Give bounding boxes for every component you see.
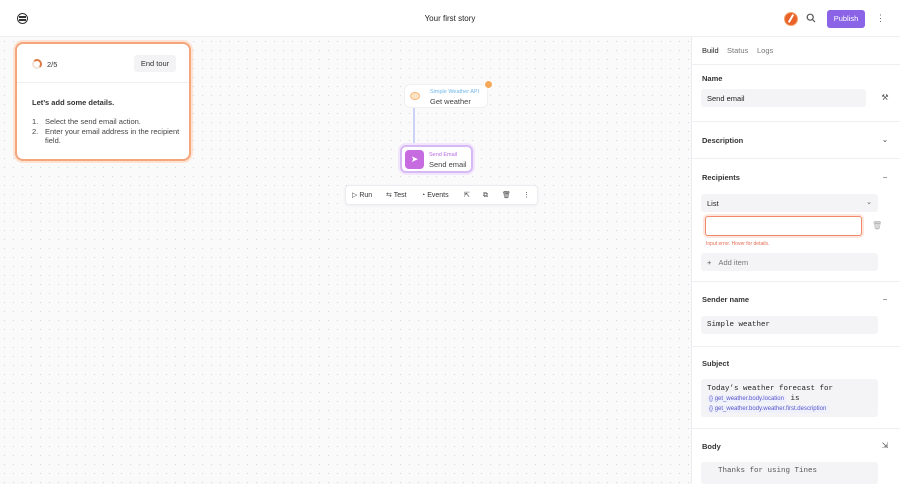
input-error-text: Input error. Hover for details.	[706, 241, 770, 247]
expand-icon[interactable]: ⇲	[880, 441, 890, 450]
action-settings-panel: Build Status Logs Name Send email ⚒ Desc…	[691, 37, 900, 484]
run-button[interactable]: ▷ Run	[352, 191, 372, 201]
magic-wand-icon[interactable]: ⚒	[880, 93, 890, 102]
more-options-icon[interactable]: ⋮	[876, 13, 885, 25]
user-avatar[interactable]	[784, 12, 798, 26]
node-subtitle: Send Email	[429, 152, 458, 158]
story-title: Your first story	[424, 14, 476, 23]
collapse-icon[interactable]: −	[880, 173, 890, 182]
sender-name-label: Sender name	[702, 295, 750, 304]
node-title: Get weather	[430, 97, 471, 106]
tab-build[interactable]: Build	[702, 46, 719, 55]
divider	[692, 428, 900, 429]
body-field[interactable]: Thanks for using Tines	[701, 462, 878, 484]
events-button[interactable]: ◔ Events	[421, 191, 449, 201]
tour-progress-icon	[32, 59, 42, 69]
name-label: Name	[702, 74, 723, 83]
events-icon: ◔	[421, 192, 426, 199]
more-icon[interactable]: ⋮	[523, 191, 530, 201]
duplicate-icon[interactable]: ⧉	[483, 191, 488, 201]
divider	[692, 158, 900, 159]
top-bar: Your first story Publish ⋮	[0, 0, 900, 37]
divider	[692, 346, 900, 347]
description-label: Description	[702, 136, 744, 145]
divider	[692, 281, 900, 282]
chevron-down-icon[interactable]: ⌄	[880, 135, 890, 144]
variable-token: {} get_weather.body.weather.first.descri…	[707, 405, 829, 413]
recipients-mode-select[interactable]: List ⌄	[701, 194, 878, 212]
play-icon: ▷	[352, 192, 358, 199]
divider	[17, 82, 189, 83]
subject-label: Subject	[702, 359, 730, 368]
search-icon[interactable]	[806, 13, 816, 23]
recipients-label: Recipients	[702, 173, 740, 182]
logo-icon[interactable]	[17, 13, 28, 24]
remove-item-icon[interactable]: 🗑	[872, 221, 882, 230]
test-button[interactable]: ⇆ Test	[386, 191, 407, 201]
subject-field[interactable]: Today’s weather forecast for {} get_weat…	[701, 379, 878, 417]
action-toolbar: ▷ Run ⇆ Test ◔ Events ⇱ ⧉ 🗑 ⋮	[345, 185, 538, 205]
divider	[692, 64, 900, 65]
send-icon: ➤	[405, 150, 424, 169]
node-subtitle: Simple Weather API	[430, 89, 480, 95]
end-tour-button[interactable]: End tour	[134, 55, 176, 72]
tour-step-count: 2/5	[47, 60, 58, 69]
body-label: Body	[702, 442, 721, 451]
tab-logs[interactable]: Logs	[757, 46, 773, 55]
publish-button[interactable]: Publish	[827, 10, 865, 28]
node-connector	[413, 108, 415, 146]
tour-heading: Let’s add some details.	[32, 98, 115, 107]
node-badge-icon	[484, 80, 493, 89]
delete-icon[interactable]: 🗑	[502, 191, 511, 201]
test-icon: ⇆	[386, 192, 392, 199]
name-field[interactable]: Send email	[701, 89, 866, 107]
divider	[692, 121, 900, 122]
recipient-email-input[interactable]	[705, 216, 862, 236]
collapse-icon[interactable]: −	[880, 295, 890, 304]
cloud-icon	[410, 92, 420, 100]
tour-steps: 1. Select the send email action. 2. Enter …	[32, 117, 182, 146]
action-node-send-email[interactable]: ➤ Send Email Send email	[400, 145, 473, 173]
tour-card: 2/5 End tour Let’s add some details. 1. S…	[15, 42, 191, 161]
chevron-down-icon: ⌄	[866, 199, 872, 206]
list-item: 1. Select the send email action.	[32, 117, 141, 126]
plus-icon: +	[707, 258, 712, 267]
node-title: Send email	[429, 160, 467, 169]
sender-name-field[interactable]: Simple weather	[701, 316, 878, 334]
action-node-get-weather[interactable]: Simple Weather API Get weather	[404, 84, 488, 108]
variable-token: {} get_weather.body.location	[707, 395, 786, 403]
add-item-button[interactable]: + Add item	[701, 253, 878, 271]
tab-status[interactable]: Status	[727, 46, 748, 55]
export-icon[interactable]: ⇱	[464, 191, 470, 201]
list-item: 2. Enter your email address in the recipi…	[32, 126, 180, 146]
